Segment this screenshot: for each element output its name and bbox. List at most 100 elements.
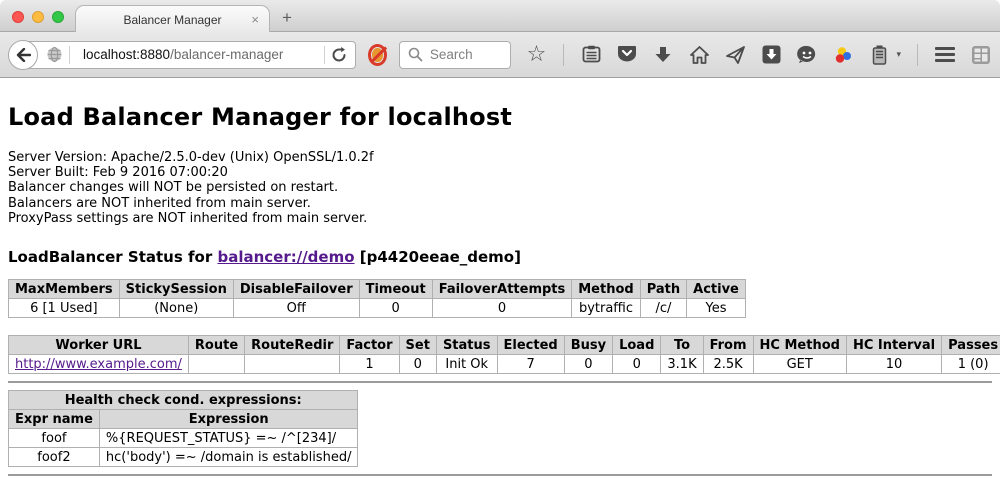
back-arrow-icon (15, 48, 31, 62)
cell-worker-url: http://www.example.com/ (9, 355, 189, 374)
bookmark-star-button[interactable]: ☆ (525, 44, 547, 66)
url-text[interactable]: localhost:8880/balancer-manager (83, 47, 318, 62)
minimize-window-button[interactable] (32, 11, 44, 23)
cell-active: Yes (687, 299, 746, 318)
menu-button[interactable] (934, 44, 956, 66)
back-button[interactable] (8, 40, 38, 70)
home-button[interactable] (688, 44, 710, 66)
paper-plane-icon (726, 46, 745, 64)
toolbar-divider (563, 44, 564, 66)
overflow-caret-icon[interactable]: ▾ (896, 49, 901, 60)
cell-route (188, 355, 244, 374)
content-blocker-extension-icon[interactable] (368, 44, 387, 66)
col-hc-method: HC Method (753, 336, 846, 355)
cell-hc-method: GET (753, 355, 846, 374)
page-content: Load Balancer Manager for localhost Serv… (0, 78, 1000, 476)
search-bar[interactable]: Search (399, 41, 512, 69)
colored-dots-icon (833, 45, 853, 65)
reload-icon (331, 47, 347, 63)
tab-title: Balancer Manager (123, 13, 221, 27)
reading-list-icon (582, 45, 601, 64)
downloads-button[interactable] (652, 44, 674, 66)
cell-factor: 1 (340, 355, 399, 374)
server-version-line: Server Version: Apache/2.5.0-dev (Unix) … (8, 150, 992, 165)
zoom-window-button[interactable] (52, 11, 64, 23)
close-window-button[interactable] (12, 11, 24, 23)
window-controls (12, 11, 64, 23)
col-stickysession: StickySession (119, 280, 233, 299)
url-path: /balancer-manager (170, 47, 283, 62)
search-placeholder: Search (430, 47, 473, 62)
health-check-table: Health check cond. expressions: Expr nam… (8, 390, 358, 467)
globe-icon (46, 46, 63, 63)
health-header-row: Expr name Expression (9, 410, 358, 429)
col-elected: Elected (497, 336, 564, 355)
col-hc-interval: HC Interval (846, 336, 941, 355)
cell-disablefailover: Off (233, 299, 359, 318)
col-active: Active (687, 280, 746, 299)
tab-groups-button[interactable] (970, 44, 992, 66)
cell-load: 0 (613, 355, 661, 374)
col-path: Path (640, 280, 686, 299)
square-download-icon (762, 45, 781, 64)
page-title: Load Balancer Manager for localhost (8, 78, 992, 131)
battery-icon (872, 45, 887, 65)
persist-note-line: Balancer changes will NOT be persisted o… (8, 180, 992, 195)
tab-balancer-manager[interactable]: Balancer Manager × (75, 5, 270, 33)
divider-rule (8, 381, 992, 383)
col-route: Route (188, 336, 244, 355)
col-routeredir: RouteRedir (245, 336, 340, 355)
col-passes: Passes (942, 336, 1000, 355)
cell-expression-foof2: hc('body') =~ /domain is established/ (99, 448, 358, 467)
reload-button[interactable] (331, 47, 355, 63)
balancer-header-row: MaxMembers StickySession DisableFailover… (9, 280, 746, 299)
video-download-extension-icon[interactable] (760, 44, 782, 66)
colorful-extension-icon[interactable] (832, 44, 854, 66)
tab-close-icon[interactable]: × (251, 12, 259, 27)
bottom-rule (8, 474, 992, 476)
balancer-demo-link[interactable]: balancer://demo (217, 248, 354, 266)
col-expression: Expression (99, 410, 358, 429)
col-timeout: Timeout (359, 280, 432, 299)
urlbar-divider (69, 46, 70, 64)
new-tab-button[interactable]: + (282, 8, 292, 28)
emoji-extension-icon[interactable] (796, 44, 818, 66)
send-tab-button[interactable] (724, 44, 746, 66)
toolbar-divider-2 (917, 44, 918, 66)
col-disablefailover: DisableFailover (233, 280, 359, 299)
bookmark-star-icon: ☆ (527, 45, 547, 65)
loadbalancer-status-heading: LoadBalancer Status for balancer://demo … (8, 248, 992, 266)
cell-hc-interval: 10 (846, 355, 941, 374)
cell-maxmembers: 6 [1 Used] (9, 299, 120, 318)
worker-table: Worker URL Route RouteRedir Factor Set S… (8, 335, 1000, 374)
cell-failoverattempts: 0 (432, 299, 572, 318)
reading-list-button[interactable] (580, 44, 602, 66)
col-factor: Factor (340, 336, 399, 355)
titlebar: Balancer Manager × + (0, 0, 1000, 32)
search-icon (408, 47, 423, 62)
worker-header-row: Worker URL Route RouteRedir Factor Set S… (9, 336, 1000, 355)
col-busy: Busy (564, 336, 612, 355)
inherit-note-line: Balancers are NOT inherited from main se… (8, 196, 992, 211)
col-load: Load (613, 336, 661, 355)
urlbar-divider-right (324, 46, 325, 64)
server-info: Server Version: Apache/2.5.0-dev (Unix) … (8, 150, 992, 226)
col-to: To (661, 336, 703, 355)
pocket-button[interactable] (616, 44, 638, 66)
container-extension-icon[interactable] (868, 44, 890, 66)
balancer-data-row: 6 [1 Used] (None) Off 0 0 bytraffic /c/ … (9, 299, 746, 318)
cell-to: 3.1K (661, 355, 703, 374)
col-from: From (703, 336, 753, 355)
col-maxmembers: MaxMembers (9, 280, 120, 299)
col-status: Status (436, 336, 497, 355)
col-set: Set (399, 336, 436, 355)
grid-icon (971, 45, 991, 65)
cell-expression-foof: %{REQUEST_STATUS} =~ /^[234]/ (99, 429, 358, 448)
cell-path: /c/ (640, 299, 686, 318)
worker-url-link[interactable]: http://www.example.com/ (15, 357, 182, 372)
url-bar[interactable]: localhost:8880/balancer-manager (23, 41, 356, 69)
cell-method: bytraffic (572, 299, 640, 318)
cell-timeout: 0 (359, 299, 432, 318)
cell-expr-name-foof2: foof2 (9, 448, 100, 467)
health-row-foof2: foof2 hc('body') =~ /domain is establish… (9, 448, 358, 467)
